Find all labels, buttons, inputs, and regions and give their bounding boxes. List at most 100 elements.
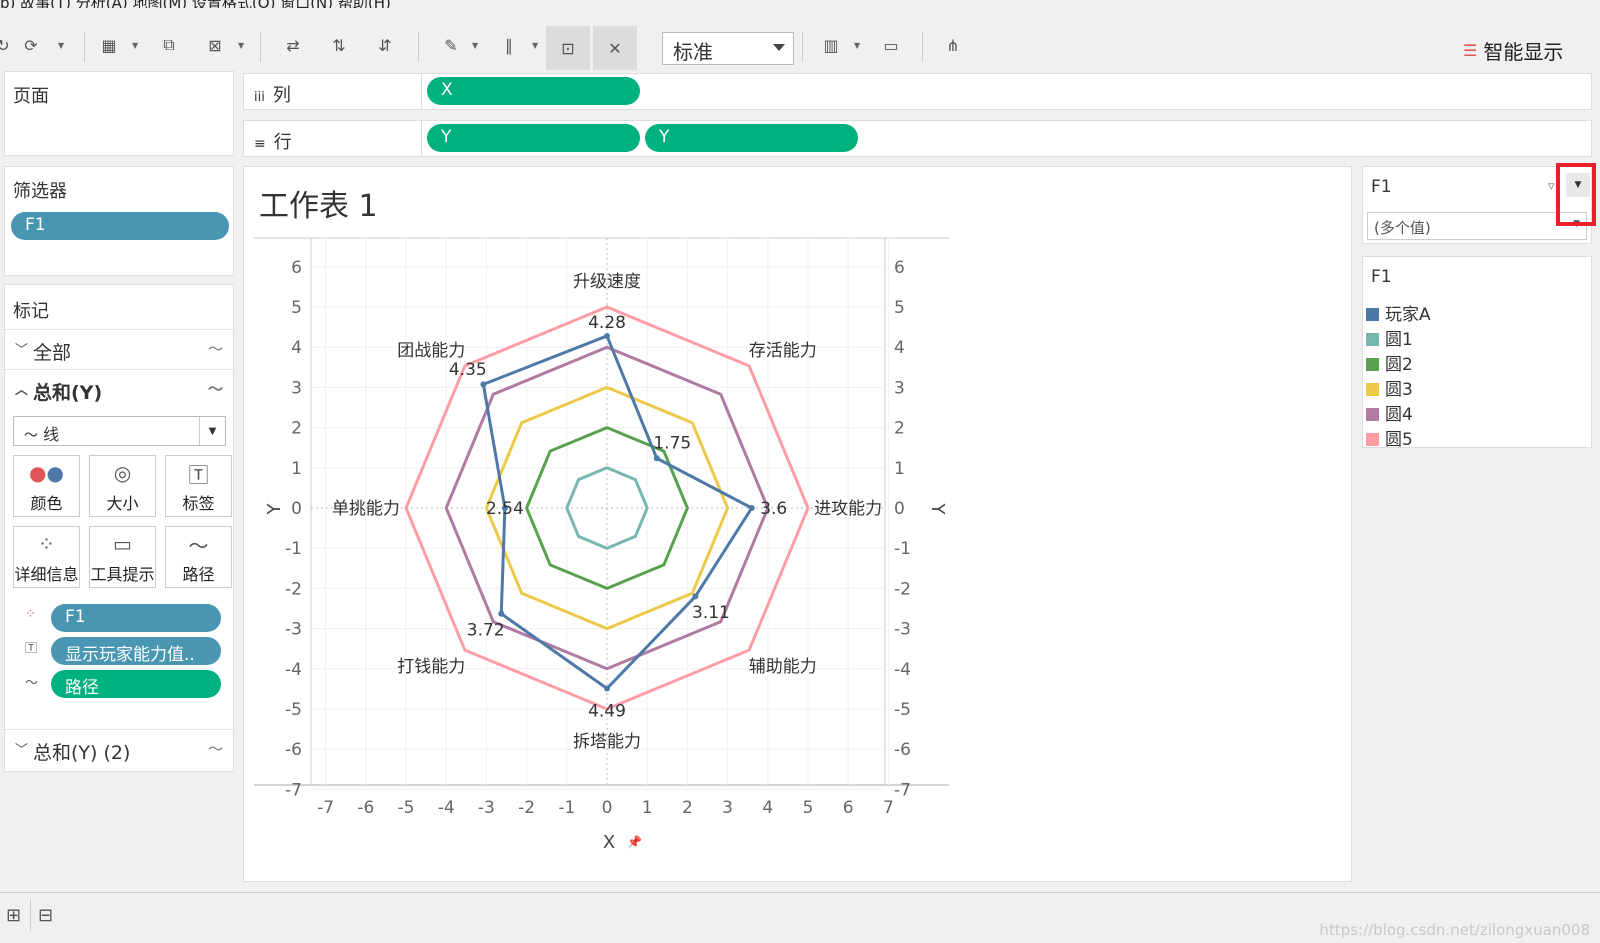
marks-pill-label-field[interactable]: 显示玩家能力值..: [51, 637, 221, 665]
y-tick-label-left: -1: [285, 539, 302, 559]
chevron-up-icon: ︿: [15, 383, 29, 398]
x-tick-label: -5: [398, 798, 415, 818]
legend-swatch: [1366, 433, 1379, 446]
legend-item[interactable]: 圆1: [1366, 325, 1413, 350]
y-tick-label-right: 0: [894, 499, 905, 519]
y-axis-title-right: Y: [927, 503, 948, 516]
show-cards-icon[interactable]: ▥: [816, 30, 846, 60]
marks-pill-path[interactable]: 路径: [51, 670, 221, 698]
tooltip-card[interactable]: ▭ 工具提示: [89, 526, 156, 588]
path-field-icon: 〜: [25, 676, 39, 691]
color-card[interactable]: ● ● 颜色: [13, 455, 80, 517]
data-point: [748, 505, 755, 511]
axis-category-label: 进攻能力: [814, 499, 882, 519]
legend-item[interactable]: 圆3: [1366, 375, 1413, 400]
row-pill-y-1[interactable]: Y: [427, 124, 640, 152]
row-pill-y-2[interactable]: Y: [645, 124, 858, 152]
size-card[interactable]: ◎ 大小: [89, 455, 156, 517]
sort-descending-icon[interactable]: ⇵: [370, 30, 400, 60]
marks-sum-y-row[interactable]: ︿ 总和(Y) 〜: [5, 369, 235, 407]
marks-title: 标记: [13, 301, 49, 322]
new-dashboard-icon[interactable]: ⊟: [38, 905, 53, 926]
data-label: 3.72: [467, 620, 505, 640]
highlight-icon[interactable]: ✎: [436, 30, 466, 60]
data-point: [498, 610, 505, 617]
marks-all-row[interactable]: ﹀ 全部 〜: [5, 329, 235, 367]
chevron-down-icon: ﹀: [15, 743, 29, 758]
data-point: [604, 332, 610, 339]
swap-icon[interactable]: ⇄: [278, 30, 308, 60]
detail-card-label: 详细信息: [14, 565, 79, 584]
marks-sum-y2-row[interactable]: ﹀ 总和(Y) (2) 〜: [5, 729, 235, 767]
redo-dropdown-icon[interactable]: ▼: [58, 41, 64, 50]
label-field-icon: 🅃: [25, 641, 38, 655]
legend-item[interactable]: 圆5: [1366, 425, 1413, 450]
smart-show-button[interactable]: ☰ 智能显示: [1463, 36, 1563, 65]
refresh-icon[interactable]: ⟳: [16, 30, 46, 60]
y-tick-label-left: 2: [291, 419, 302, 439]
columns-shelf[interactable]: iii 列 X: [243, 73, 1592, 110]
fix-axes-icon[interactable]: ✕: [593, 26, 637, 70]
mark-type-select[interactable]: 〜 线 ▼: [13, 416, 226, 446]
y-tick-label-right: -3: [894, 620, 911, 640]
marks-cards: ● ● 颜色 ◎ 大小 🅃 标签 ⁘ 详细信息 ▭ 工具提示 〜路径: [13, 455, 233, 595]
x-axis-title: X: [603, 832, 615, 853]
worksheet-view: 工作表 1 -7 -7 -6 -6 -5 -5 -4 -4 -3 -3 -2 -2 -1 -1 0 0 1 1 2 2…: [243, 166, 1352, 882]
rows-shelf[interactable]: ≡ 行 Y Y: [243, 120, 1592, 157]
sort-ascending-icon[interactable]: ⇅: [324, 30, 354, 60]
duplicate-sheet-icon[interactable]: ⧉: [154, 30, 184, 60]
legend-label: 圆1: [1385, 330, 1413, 350]
attach-icon[interactable]: ∥: [494, 30, 524, 60]
label-icon: 🅃: [188, 462, 209, 487]
presentation-icon[interactable]: ▭: [876, 30, 906, 60]
legend-item[interactable]: 圆2: [1366, 350, 1413, 375]
detail-card[interactable]: ⁘ 详细信息: [13, 526, 80, 588]
y-tick-label-right: 5: [894, 298, 905, 318]
new-worksheet-icon[interactable]: ▦: [94, 30, 124, 60]
y-tick-label-left: -5: [285, 700, 302, 720]
legend-item[interactable]: 玩家A: [1366, 300, 1431, 325]
x-tick-label: -6: [357, 798, 374, 818]
y-tick-label-right: 3: [894, 378, 905, 398]
y-tick-label-right: -7: [894, 780, 911, 800]
column-pill-x[interactable]: X: [427, 77, 640, 105]
share-icon[interactable]: ⋔: [938, 30, 968, 60]
data-label: 3.11: [692, 603, 730, 623]
y-tick-label-right: 7: [894, 233, 905, 238]
x-tick-label: 0: [602, 798, 613, 818]
path-card[interactable]: 〜路径: [165, 526, 232, 588]
x-tick-label: -7: [317, 798, 334, 818]
filter-icon: ▿: [1548, 179, 1555, 194]
show-cards-dropdown-icon[interactable]: ▼: [854, 41, 860, 50]
axis-category-label: 拆塔能力: [573, 732, 641, 752]
clear-dropdown-icon[interactable]: ▼: [238, 41, 244, 50]
color-card-label: 颜色: [30, 494, 63, 513]
attach-dropdown-icon[interactable]: ▼: [532, 41, 538, 50]
legend-swatch: [1366, 383, 1379, 396]
filter-card-select[interactable]: (多个值) ▼: [1367, 212, 1587, 240]
y-tick-label-left: 0: [291, 499, 302, 519]
new-worksheet-dropdown-icon[interactable]: ▼: [132, 41, 138, 50]
legend-item[interactable]: 圆4: [1366, 400, 1413, 425]
marks-sum-y-label: 总和(Y): [33, 382, 103, 404]
label-card[interactable]: 🅃 标签: [165, 455, 232, 517]
tooltip-icon: ▭: [113, 532, 132, 556]
detail-icon: ⁘: [38, 532, 55, 556]
x-tick-label: 7: [883, 798, 894, 818]
axis-category-label: 团战能力: [397, 341, 465, 361]
new-sheet-icon[interactable]: ⊞: [6, 905, 21, 926]
radar-chart[interactable]: -7 -7 -6 -6 -5 -5 -4 -4 -3 -3 -2 -2 -1 -1 0 0 1 1 2 2 3 3 4 4 5 5…: [244, 233, 964, 873]
clear-sheet-icon[interactable]: ⊠: [200, 30, 230, 60]
highlight-dropdown-icon[interactable]: ▼: [472, 41, 478, 50]
y-tick-label-right: 1: [894, 459, 905, 479]
watermark: https://blog.csdn.net/zilongxuan008: [1319, 921, 1590, 939]
legend-title: F1: [1371, 267, 1392, 287]
fit-select[interactable]: 标准: [662, 32, 794, 65]
show-labels-icon[interactable]: ⊡: [546, 26, 590, 70]
smart-show-label: 智能显示: [1483, 40, 1564, 64]
filter-pill-f1[interactable]: F1: [11, 212, 229, 240]
axis-category-label: 辅助能力: [749, 657, 817, 677]
menu-bar[interactable]: b) 故事(T) 分析(A) 地图(M) 设置格式(O) 窗口(N) 帮助(H): [0, 0, 391, 12]
marks-pill-f1[interactable]: F1: [51, 604, 221, 632]
legend-label: 圆3: [1385, 380, 1413, 400]
